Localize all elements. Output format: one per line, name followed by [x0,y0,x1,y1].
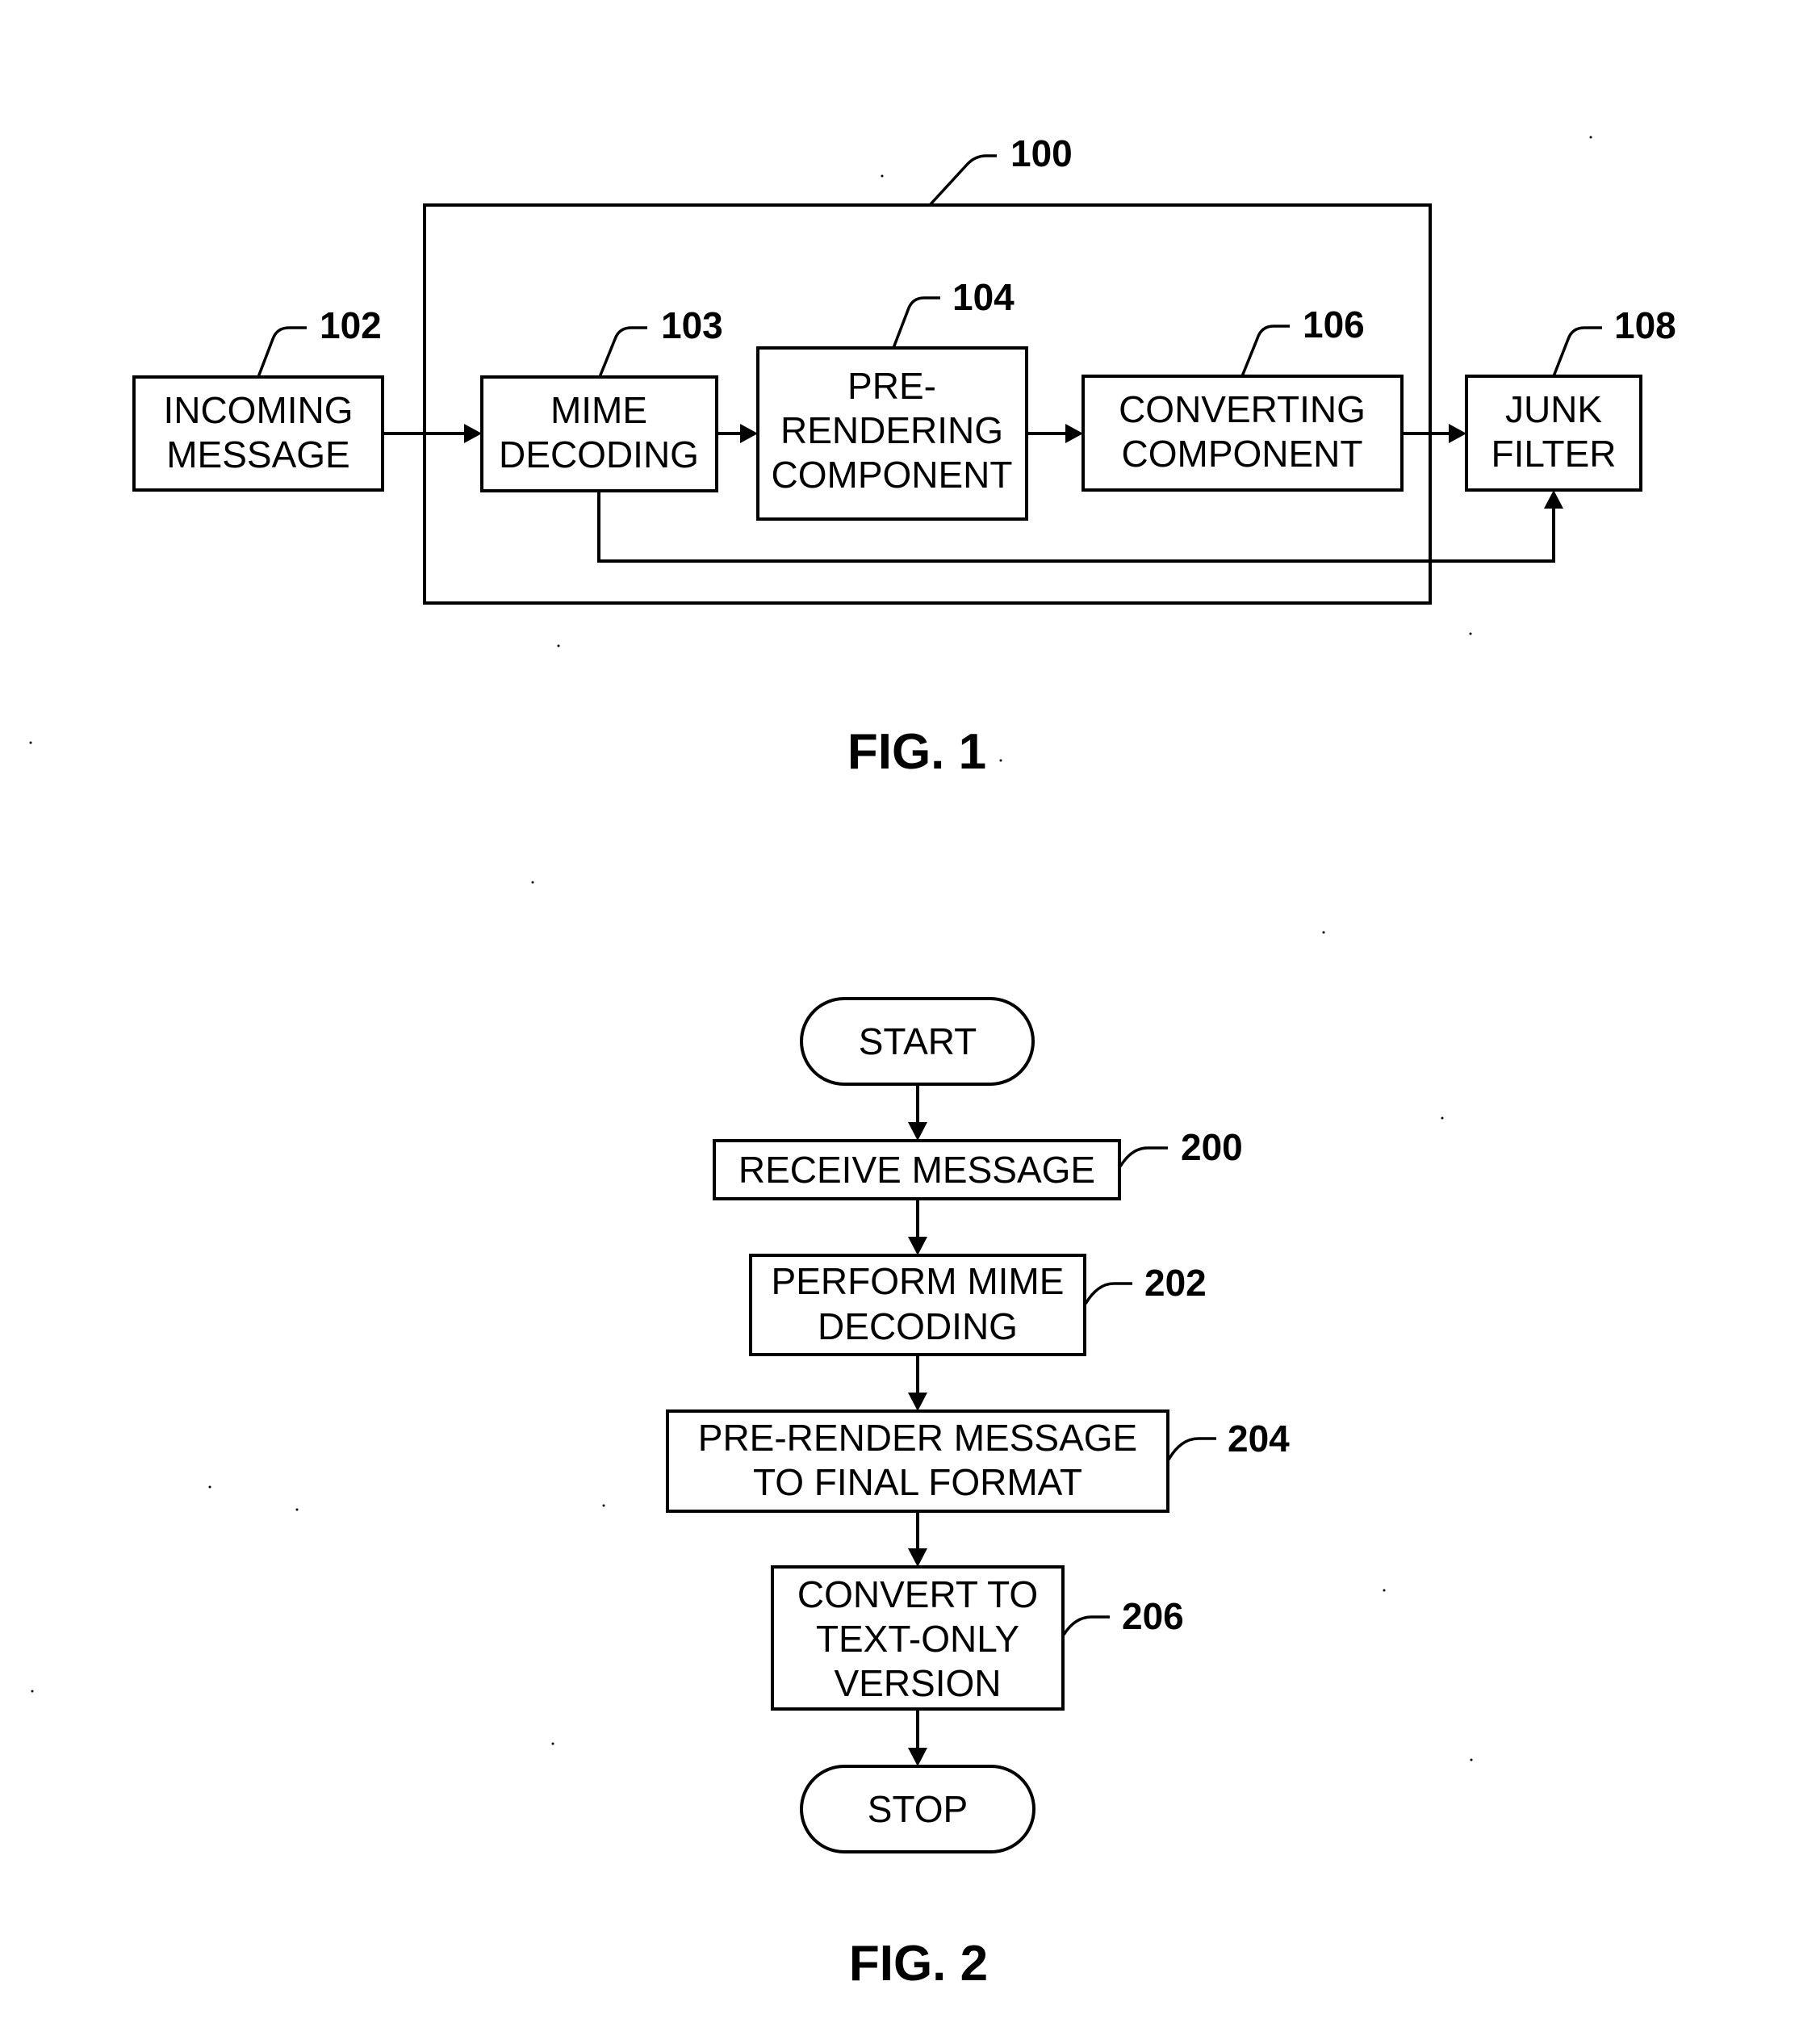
step-perform-mime-line2: DECODING [818,1305,1018,1347]
terminal-start-label: START [859,1020,977,1062]
ref-label-104: 104 [952,276,1015,318]
ref-leader-108 [1552,326,1602,377]
speck [551,1742,554,1745]
arrow-mime-to-prerender-head [740,424,758,443]
flow-arrow-204-to-206-head [908,1548,927,1567]
ref-leader-200 [1119,1146,1168,1167]
speck [1441,1116,1444,1120]
step-receive-message-line1: RECEIVE MESSAGE [738,1149,1095,1191]
block-converting-line2: COMPONENT [1122,433,1363,475]
block-pre-rendering-line2: RENDERING [780,409,1003,451]
arrow-incoming-to-mime-head [464,424,482,443]
speck [1322,931,1325,934]
step-pre-render-line2: TO FINAL FORMAT [753,1461,1082,1503]
ref-label-108: 108 [1614,304,1676,346]
block-mime-decoding-line1: MIME [550,389,647,431]
ref-leader-103 [598,326,647,378]
ref-leader-202 [1084,1282,1132,1305]
block-junk-filter-line1: JUNK [1505,388,1602,430]
speck [1589,136,1592,139]
speck [29,741,32,744]
step-convert-line2: TEXT-ONLY [816,1618,1019,1660]
patent-drawing-sheet: 100 INCOMING MESSAGE 102 MIME DECODING 1… [29,132,1676,1992]
block-pre-rendering-line3: COMPONENT [772,454,1013,496]
block-converting-line1: CONVERTING [1119,388,1366,430]
block-pre-rendering-line1: PRE- [847,365,936,407]
ref-label-202: 202 [1144,1262,1207,1304]
ref-label-206: 206 [1122,1595,1184,1637]
block-incoming-message-line1: INCOMING [163,389,353,431]
speck [1383,1589,1386,1592]
ref-leader-102 [257,326,307,378]
speck [881,174,884,178]
ref-leader-106 [1240,325,1290,377]
arrow-converting-to-junk-head [1449,424,1466,443]
speck [208,1485,211,1489]
ref-label-100: 100 [1010,132,1073,174]
flow-arrow-200-to-202-head [908,1237,927,1255]
block-mime-decoding-line2: DECODING [499,434,699,475]
step-convert-line3: VERSION [834,1662,1001,1704]
speck [531,881,534,884]
ref-leader-104 [892,296,940,349]
bypass-mime-to-junk-line [597,491,1555,563]
speck [1469,632,1472,635]
step-perform-mime-line1: PERFORM MIME [772,1260,1065,1302]
speck [295,1508,299,1511]
bypass-mime-to-junk-head [1544,490,1563,509]
ref-leader-100 [928,154,997,207]
ref-label-106: 106 [1303,304,1365,346]
ref-label-102: 102 [320,304,382,346]
figure-2: START RECEIVE MESSAGE 200 PERFORM MIME D… [666,997,1290,1992]
figure-1-caption: FIG. 1 [847,724,986,780]
ref-label-204: 204 [1228,1418,1290,1460]
figure-2-caption: FIG. 2 [849,1936,988,1992]
ref-label-200: 200 [1181,1126,1243,1168]
flow-arrow-start-to-200-head [908,1122,927,1141]
speck [602,1504,605,1507]
block-incoming-message-line2: MESSAGE [166,434,350,475]
speck [557,644,560,647]
speck [999,759,1002,762]
terminal-stop-label: STOP [868,1788,968,1830]
speck [31,1690,34,1693]
ref-leader-204 [1167,1437,1216,1460]
flow-arrow-202-to-204-head [908,1393,927,1411]
figure-1: 100 INCOMING MESSAGE 102 MIME DECODING 1… [132,132,1676,780]
ref-leader-206 [1062,1615,1110,1636]
block-junk-filter-line2: FILTER [1491,433,1616,475]
flow-arrow-206-to-stop-head [908,1748,927,1766]
step-pre-render-line1: PRE-RENDER MESSAGE [698,1417,1137,1459]
arrow-prerender-to-converting-head [1065,424,1083,443]
ref-label-103: 103 [661,304,723,346]
step-convert-line1: CONVERT TO [797,1573,1038,1615]
speck [1470,1758,1473,1761]
